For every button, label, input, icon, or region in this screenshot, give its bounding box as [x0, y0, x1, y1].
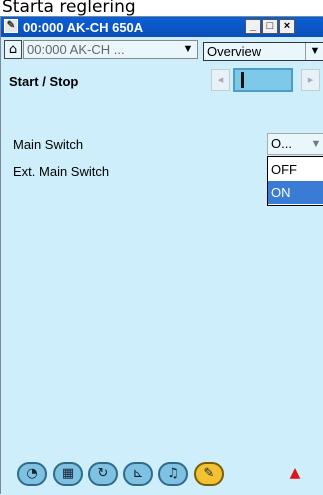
- home-icon[interactable]: ⌂: [4, 40, 22, 59]
- title-bar: ✎ 00:000 AK-CH 650A _ □ ×: [1, 17, 323, 37]
- main-switch-value: O...: [271, 136, 292, 151]
- main-switch-combo[interactable]: O... ▼: [267, 133, 323, 155]
- app-icon: ✎: [4, 19, 18, 33]
- overview-icon[interactable]: ◔: [17, 462, 47, 486]
- wrench-icon[interactable]: ✎: [194, 462, 224, 486]
- section-title: Start / Stop: [9, 74, 79, 89]
- window-title: 00:000 AK-CH 650A: [23, 20, 144, 35]
- next-page-button[interactable]: ▸: [301, 69, 320, 91]
- minimize-button[interactable]: _: [245, 19, 261, 34]
- view-select-value: Overview: [207, 44, 262, 59]
- page-indicator[interactable]: [233, 68, 293, 92]
- device-select[interactable]: 00:000 AK-CH ... ▼: [23, 40, 198, 59]
- chevron-down-icon[interactable]: ▼: [179, 41, 197, 58]
- graph-icon[interactable]: ⊾: [123, 462, 153, 486]
- device-select-value: 00:000 AK-CH ...: [27, 42, 125, 57]
- close-button[interactable]: ×: [279, 19, 295, 34]
- maximize-button[interactable]: □: [262, 19, 278, 34]
- refresh-icon[interactable]: ↻: [88, 462, 118, 486]
- toolbar: ⌂ 00:000 AK-CH ... ▼ Overview ▼: [1, 37, 323, 63]
- dropdown-option-on[interactable]: ON: [268, 181, 323, 204]
- view-select[interactable]: Overview ▼: [203, 42, 323, 61]
- page-cursor: [241, 72, 244, 88]
- grid-icon[interactable]: ▦: [53, 462, 83, 486]
- chevron-down-icon[interactable]: ▼: [305, 43, 323, 60]
- ext-main-switch-label: Ext. Main Switch: [13, 164, 110, 179]
- alarm-icon[interactable]: ▲: [288, 466, 302, 480]
- main-switch-label: Main Switch: [13, 137, 84, 152]
- outer-window-title: Starta reglering: [2, 0, 136, 16]
- main-switch-dropdown: OFF ON: [267, 156, 323, 206]
- chevron-down-icon[interactable]: ▼: [306, 134, 323, 154]
- dropdown-option-off[interactable]: OFF: [268, 158, 323, 181]
- app-window: ✎ 00:000 AK-CH 650A _ □ × ⌂ 00:000 AK-CH…: [0, 16, 323, 495]
- previous-page-button[interactable]: ◂: [211, 69, 230, 91]
- bell-icon[interactable]: ♫: [158, 462, 188, 486]
